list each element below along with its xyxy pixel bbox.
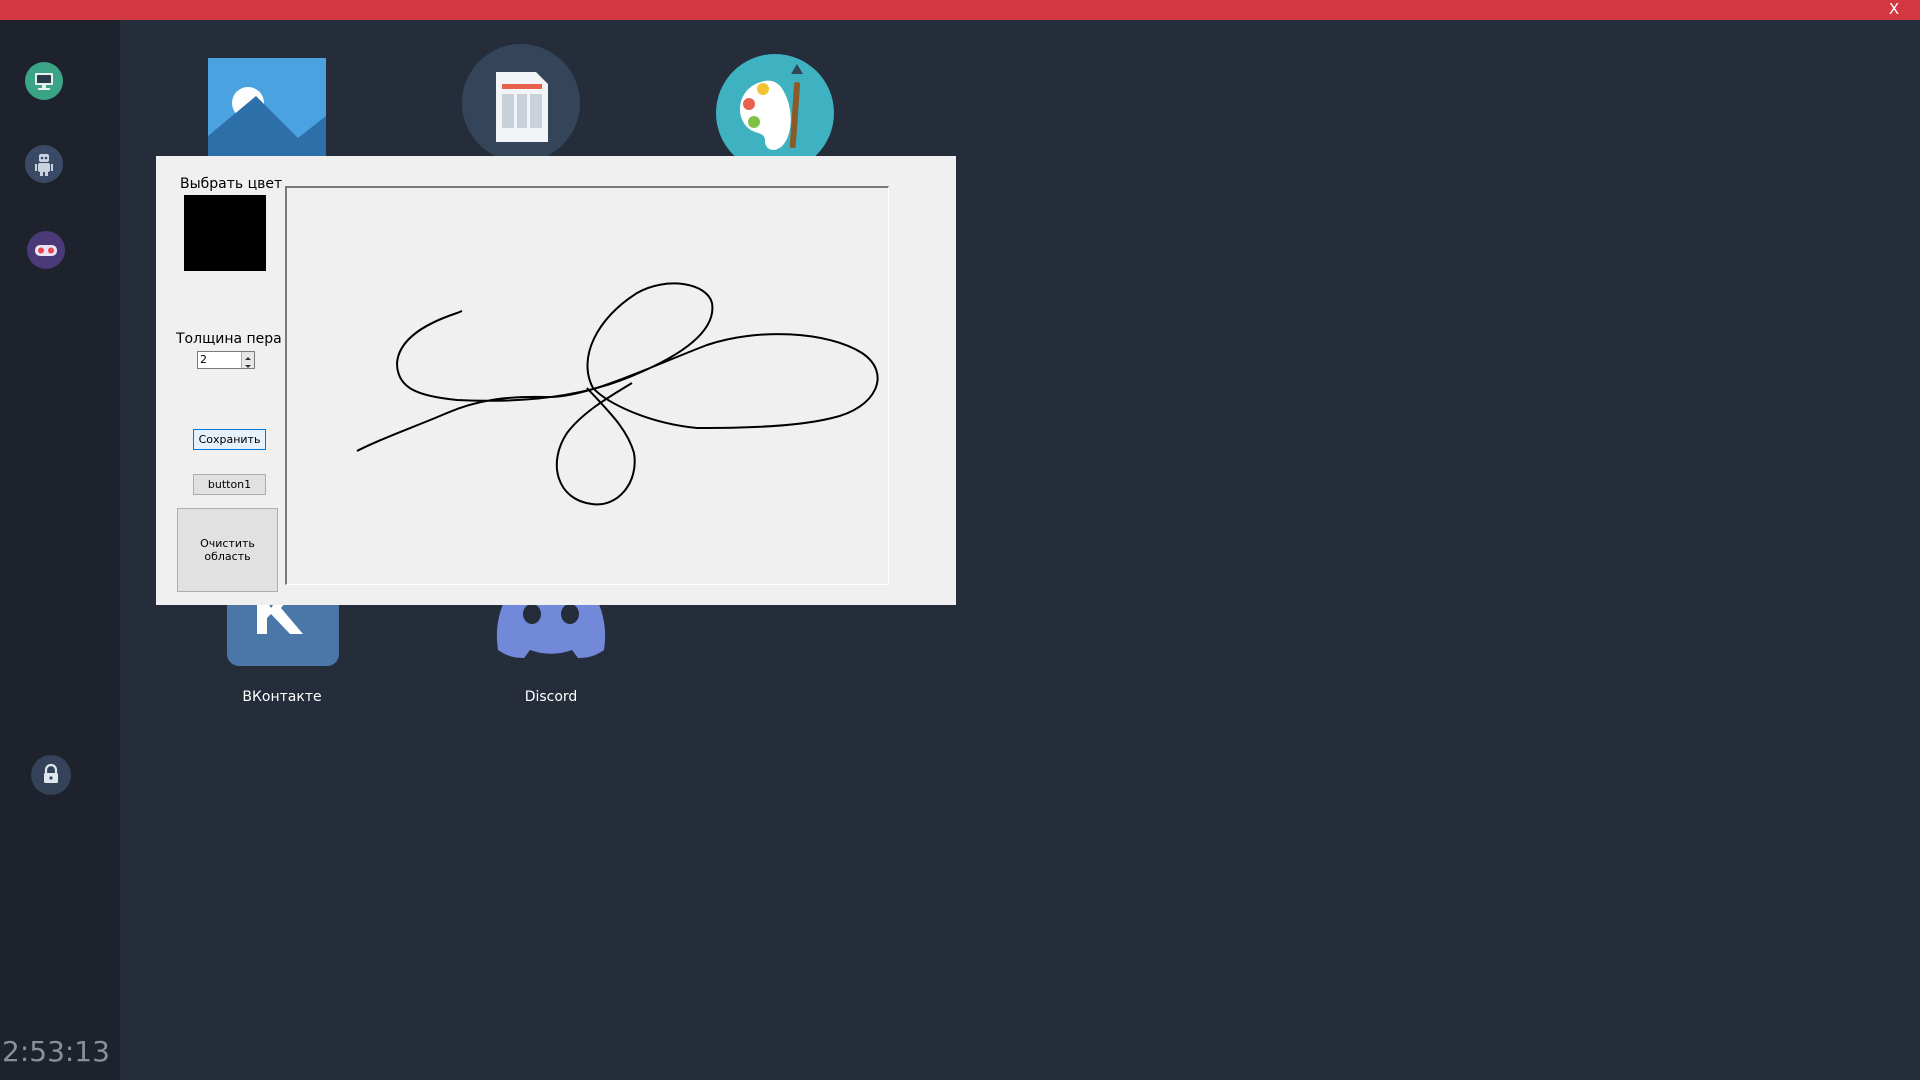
pen-width-input[interactable]: 2 — [197, 351, 255, 369]
pen-width-value: 2 — [200, 353, 207, 366]
close-button[interactable]: X — [1868, 0, 1920, 20]
photo-icon[interactable] — [208, 58, 326, 162]
save-button[interactable]: Сохранить — [193, 429, 266, 450]
title-bar: X — [0, 0, 1920, 20]
clear-area-button[interactable]: Очистить область — [177, 508, 278, 592]
document-icon[interactable] — [462, 44, 580, 162]
spin-up-button[interactable] — [241, 352, 254, 360]
pen-width-label: Толщина пера — [176, 331, 282, 347]
monitor-icon[interactable] — [25, 62, 63, 100]
discord-label: Discord — [524, 689, 578, 705]
spin-down-button[interactable] — [241, 360, 254, 368]
vk-label: ВКонтакте — [242, 689, 322, 705]
drawing-canvas[interactable] — [285, 186, 889, 585]
discord-icon[interactable] — [492, 596, 610, 662]
clear-area-label: Очистить область — [200, 537, 255, 563]
robot-icon[interactable] — [25, 145, 63, 183]
clock: 2:53:13 — [2, 1035, 110, 1068]
paint-window: Выбрать цвет Толщина пера 2 Сохранить bu… — [156, 156, 956, 605]
drawing-stroke — [356, 282, 879, 506]
gamepad-icon[interactable] — [27, 231, 65, 269]
choose-color-label: Выбрать цвет — [180, 176, 283, 192]
button1[interactable]: button1 — [193, 474, 266, 495]
sidebar: 2:53:13 — [0, 20, 120, 1080]
color-swatch[interactable] — [184, 195, 266, 271]
palette-icon[interactable] — [716, 54, 834, 172]
lock-icon[interactable] — [31, 755, 71, 795]
